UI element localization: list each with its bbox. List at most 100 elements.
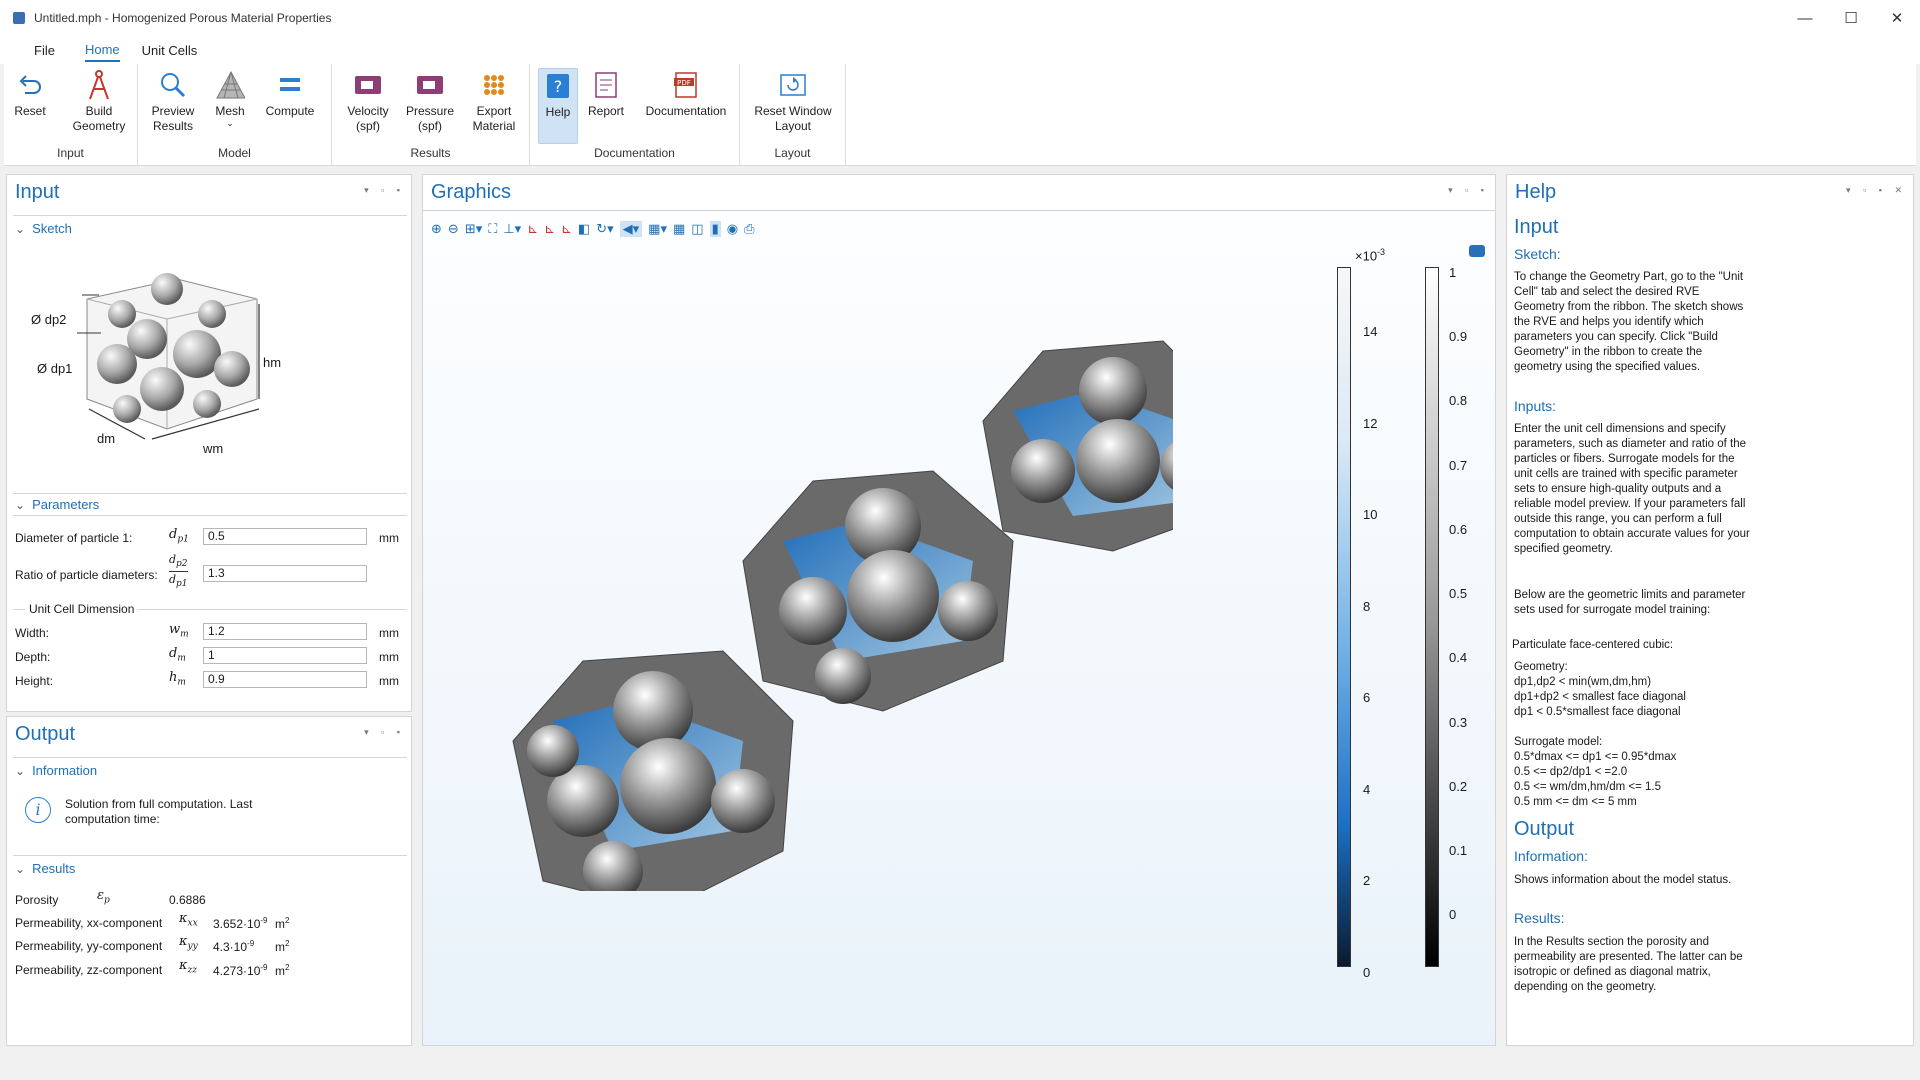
- velocity-button[interactable]: Velocity (spf): [344, 68, 392, 146]
- maximize-button[interactable]: ☐: [1828, 0, 1874, 36]
- panel-controls[interactable]: ▾ ▫ ▪: [364, 727, 405, 738]
- compute-equals-icon: [275, 68, 305, 102]
- unit-m2: m2: [275, 939, 290, 954]
- unit-cell-render: [512, 340, 1173, 891]
- depth-input[interactable]: 1: [203, 647, 367, 664]
- help-sur-line: 0.5 <= dp2/dp1 < =2.0: [1514, 766, 1628, 778]
- colorbar-right-tick: 0: [1449, 907, 1457, 923]
- diameter-input[interactable]: 0.5: [203, 528, 367, 545]
- graphics-canvas[interactable]: ⊕ ⊖ ⊞▾ ⛶ ⊥▾ ⊾ ⊾ ⊾ ◧ ↻▾ ◀▾ ▦▾ ▦ ◫ ▮ ◉ ⎙ ×…: [422, 210, 1496, 1046]
- velocity-plot-icon: [353, 68, 383, 102]
- legend-icon[interactable]: ▮: [709, 221, 721, 237]
- documentation-button[interactable]: PDF Documentation: [636, 68, 736, 146]
- help-heading-inputs: Inputs:: [1514, 398, 1557, 414]
- reset-window-layout-button[interactable]: Reset Window Layout: [748, 68, 838, 146]
- render-settings-icon[interactable]: [1469, 245, 1485, 257]
- height-label: Height:: [15, 674, 54, 688]
- help-sketch-text: To change the Geometry Part, go to the "…: [1514, 271, 1744, 373]
- results-section-header[interactable]: Results: [15, 861, 75, 876]
- sketch-label-hm: hm: [263, 355, 282, 370]
- sketch-section-header[interactable]: Sketch: [15, 221, 72, 236]
- axis-orientation-icon[interactable]: ⊥▾: [503, 221, 521, 237]
- close-button[interactable]: ✕: [1874, 0, 1920, 36]
- parameters-section-header[interactable]: Parameters: [15, 497, 99, 512]
- help-surrogate-label: Surrogate model:: [1514, 736, 1603, 748]
- help-pfcc-text: Particulate face-centered cubic:: [1512, 639, 1674, 651]
- view-3d-icon[interactable]: ◧: [578, 221, 590, 237]
- app-icon: [13, 12, 25, 24]
- divider: [13, 515, 407, 516]
- zoom-in-icon[interactable]: ⊕: [431, 221, 442, 237]
- zoom-extents-icon[interactable]: ⛶: [488, 221, 497, 237]
- rotate-icon[interactable]: ↻▾: [596, 221, 613, 237]
- unit-m2: m2: [275, 963, 290, 978]
- ribbon-group-model: Preview Results Mesh ⌄ Compute Model: [138, 64, 332, 166]
- kappa-yy-symbol: κyy: [179, 934, 198, 952]
- magnifier-icon: [158, 68, 188, 102]
- group-label-layout: Layout: [774, 146, 811, 160]
- pressure-button[interactable]: Pressure (spf): [404, 68, 456, 146]
- mesh-icon: [215, 68, 245, 102]
- report-button[interactable]: Report: [586, 68, 626, 146]
- help-heading-sketch: Sketch:: [1514, 246, 1561, 262]
- group-label-documentation: Documentation: [594, 146, 675, 160]
- depth-label: Depth:: [15, 650, 51, 664]
- ratio-input[interactable]: 1.3: [203, 565, 367, 582]
- help-geom-line: dp1,dp2 < min(wm,dm,hm): [1514, 676, 1652, 688]
- panel-controls[interactable]: ▾ ▫ ▪: [1448, 185, 1489, 196]
- reset-layout-icon: [778, 68, 808, 102]
- pressure-plot-icon: [415, 68, 445, 102]
- view-xy-icon[interactable]: ⊾: [527, 221, 538, 237]
- width-input[interactable]: 1.2: [203, 623, 367, 640]
- kappa-xx-symbol: κxx: [179, 911, 198, 929]
- help-button[interactable]: ? Help: [538, 68, 578, 144]
- camera-icon[interactable]: ◉: [727, 221, 738, 237]
- menu-home[interactable]: Home: [84, 39, 120, 62]
- colorbar-left-tick: 2: [1363, 873, 1371, 889]
- divider: [137, 609, 407, 610]
- information-section-header[interactable]: Information: [15, 763, 97, 778]
- panel-controls[interactable]: ▾ ▫ ▪: [364, 185, 405, 196]
- preview-results-button[interactable]: Preview Results: [148, 68, 198, 146]
- unit-cell-dimension-label: Unit Cell Dimension: [29, 602, 135, 616]
- colorbar-left-tick: 10: [1363, 507, 1378, 523]
- zoom-out-icon[interactable]: ⊖: [448, 221, 459, 237]
- compute-button[interactable]: Compute: [260, 68, 320, 146]
- window-title: Untitled.mph - Homogenized Porous Materi…: [34, 11, 332, 25]
- perm-zz-label: Permeability, zz-component: [15, 963, 163, 977]
- ribbon: Reset Build Geometry Input Preview Resul…: [4, 64, 1916, 166]
- svg-text:PDF: PDF: [677, 79, 691, 87]
- reset-button[interactable]: Reset: [10, 68, 50, 146]
- wireframe-icon[interactable]: ◫: [691, 221, 703, 237]
- menu-file[interactable]: File: [34, 40, 55, 61]
- graphics-title: Graphics: [431, 181, 512, 203]
- output-panel: Output ▾ ▫ ▪ Information i Solution from…: [6, 716, 412, 1046]
- height-input[interactable]: 0.9: [203, 671, 367, 688]
- panel-controls[interactable]: ▾ ▫ ▪ ✕: [1846, 185, 1907, 196]
- view-zx-icon[interactable]: ⊾: [561, 221, 572, 237]
- build-geometry-button[interactable]: Build Geometry: [64, 68, 134, 146]
- porosity-label: Porosity: [15, 893, 59, 907]
- menu-unit-cells[interactable]: Unit Cells: [142, 40, 198, 61]
- scene-light-icon[interactable]: ◀▾: [619, 221, 643, 237]
- perm-xx-value: 3.652·10-9: [213, 916, 268, 931]
- mesh-button[interactable]: Mesh ⌄: [210, 68, 250, 146]
- export-material-button[interactable]: Export Material: [466, 68, 522, 146]
- print-icon[interactable]: ⎙: [744, 221, 754, 237]
- divider: [13, 493, 407, 494]
- zoom-box-icon[interactable]: ⊞▾: [465, 221, 482, 237]
- group-label-results: Results: [410, 146, 451, 160]
- unit-label: mm: [379, 626, 399, 640]
- help-geom-line: dp1 < 0.5*smallest face diagonal: [1514, 706, 1681, 718]
- minimize-button[interactable]: —: [1782, 0, 1828, 36]
- transparency-icon[interactable]: ▦▾: [648, 221, 667, 237]
- view-yz-icon[interactable]: ⊾: [544, 221, 555, 237]
- grid-icon[interactable]: ▦: [673, 221, 685, 237]
- ribbon-group-documentation: ? Help Report PDF Documentation Document…: [530, 64, 740, 166]
- mesh-dropdown-icon[interactable]: ⌄: [226, 119, 234, 128]
- colorbar-left-tick: 8: [1363, 598, 1371, 614]
- colorbar-right-tick: 0.6: [1449, 521, 1468, 537]
- perm-zz-value: 4.273·10-9: [213, 963, 268, 978]
- group-label-model: Model: [218, 146, 251, 160]
- help-inputs-text: Enter the unit cell dimensions and speci…: [1514, 423, 1750, 555]
